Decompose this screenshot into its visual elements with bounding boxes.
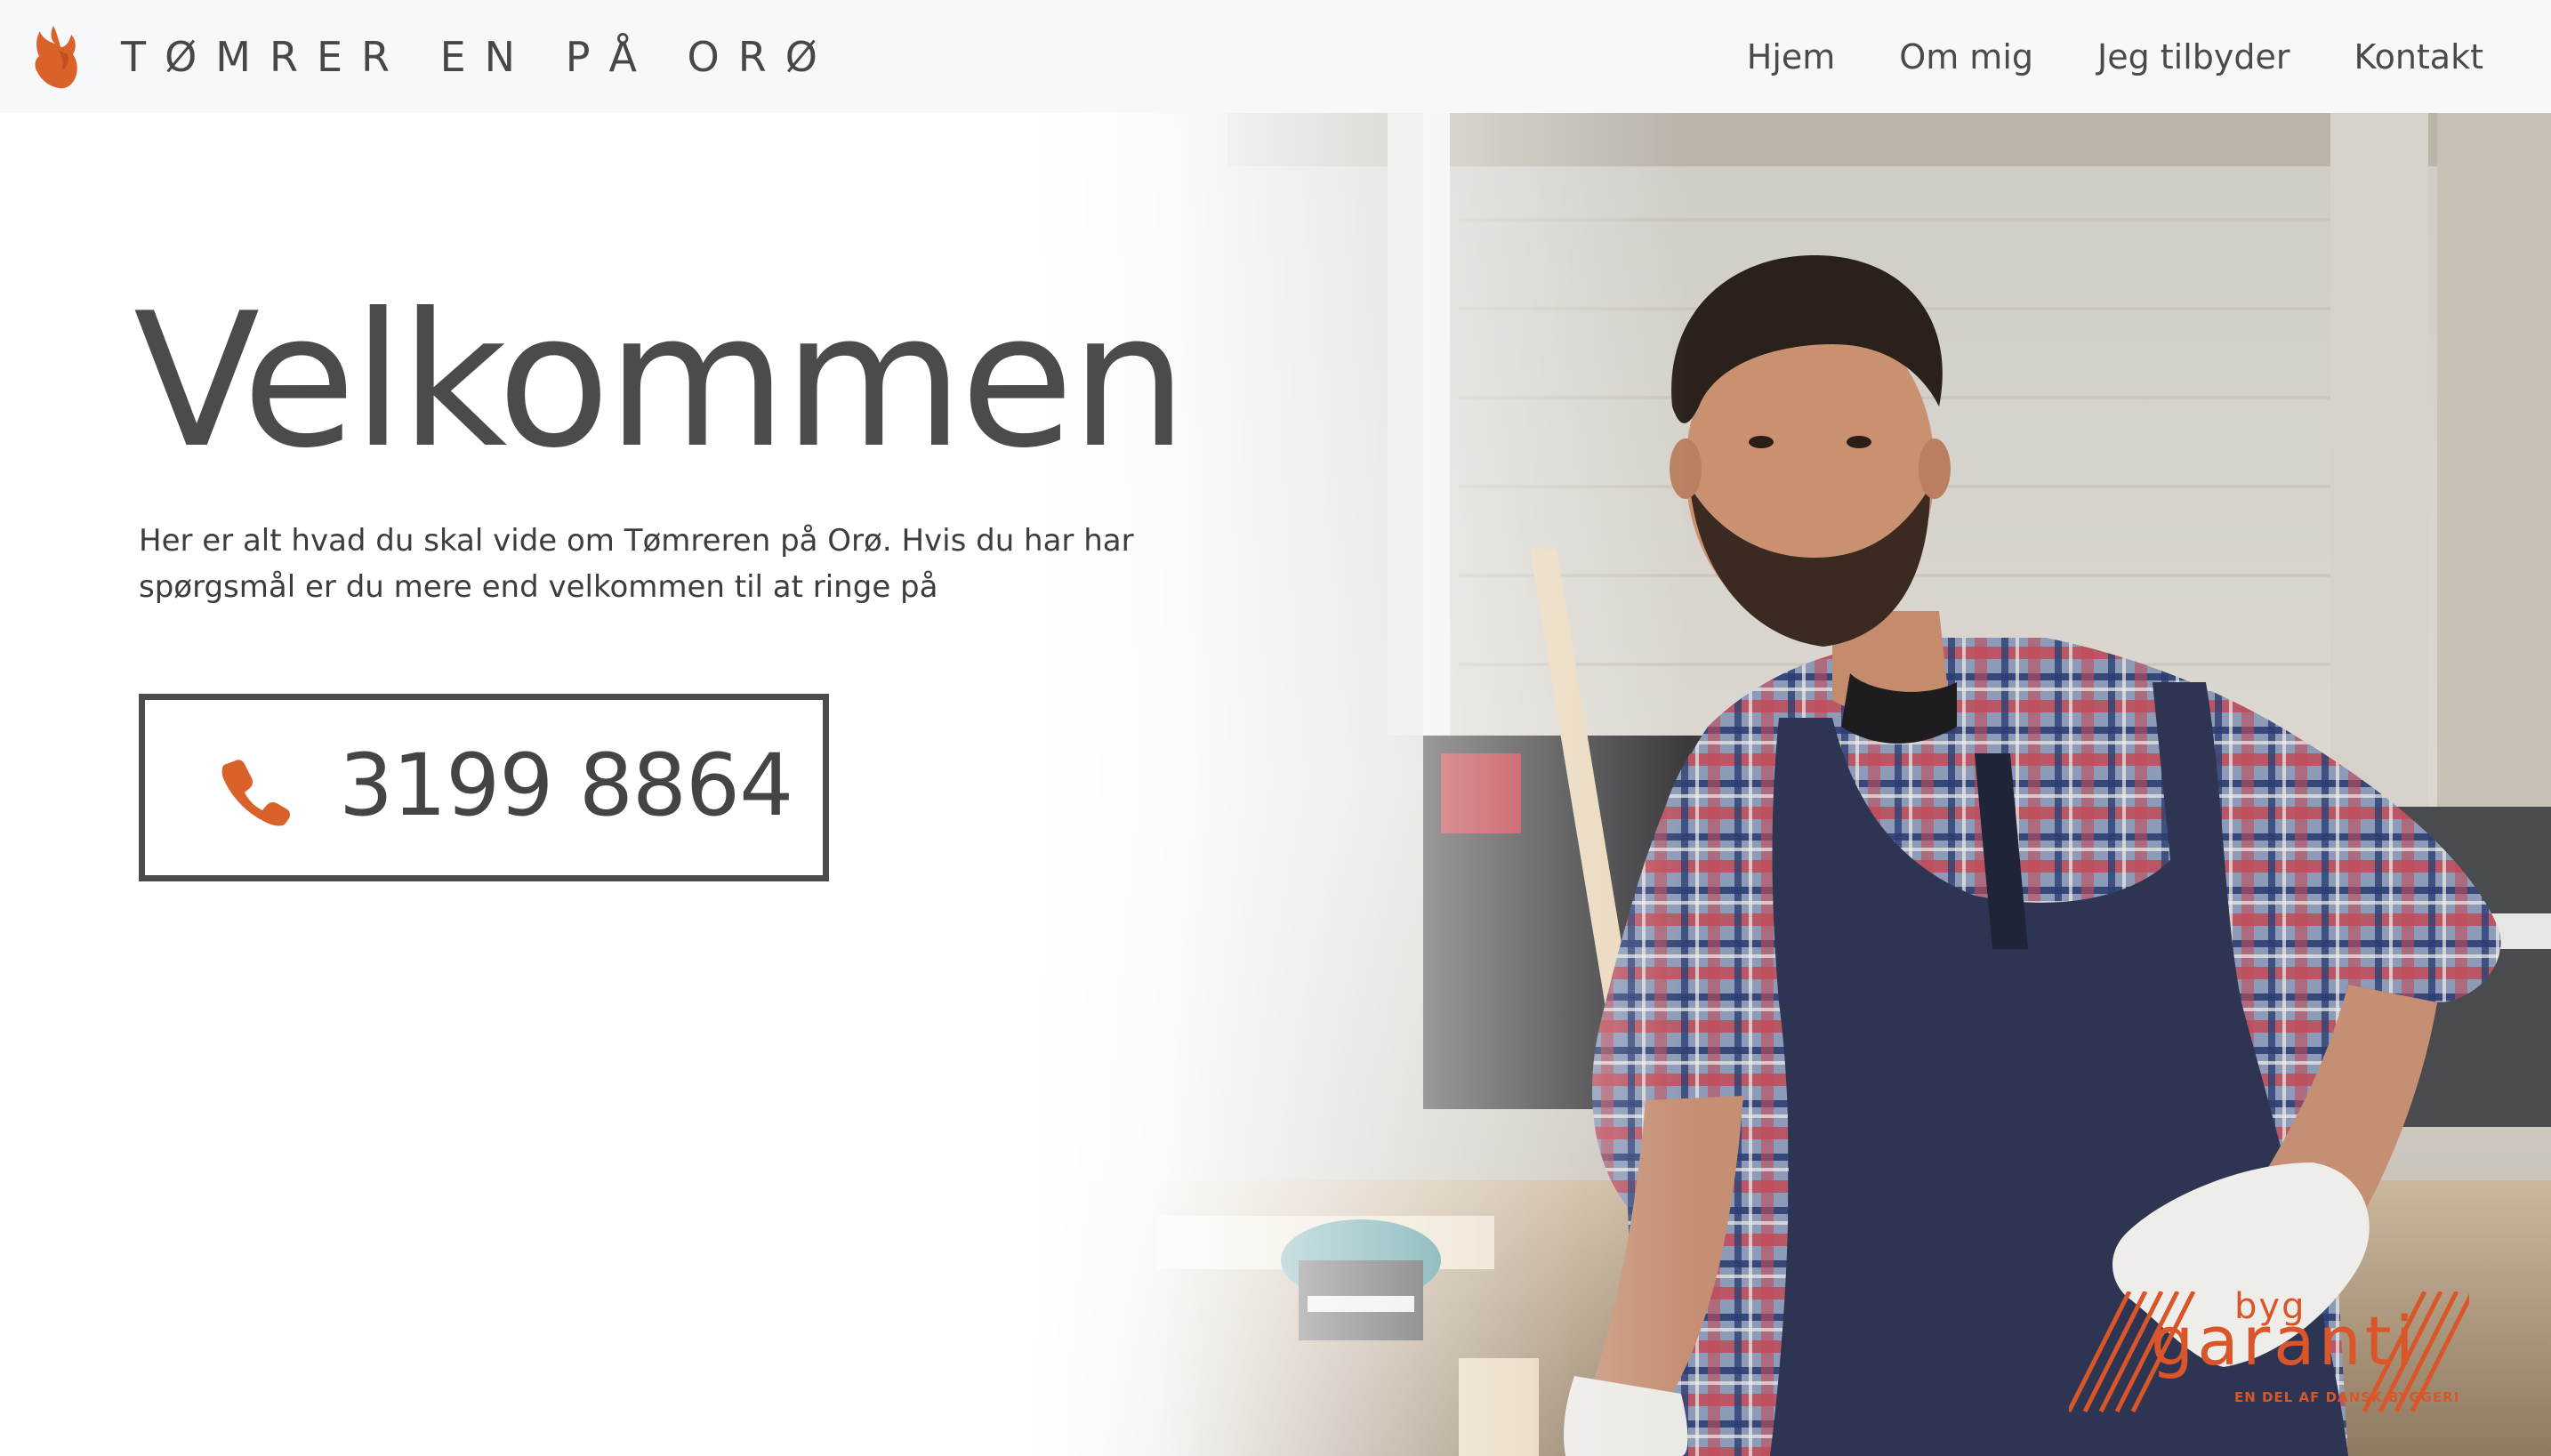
brand-name: TØMRER EN PÅ ORØ	[121, 33, 836, 81]
byg-garanti-logo[interactable]: byg garanti EN DEL AF DANSK BYGGERI	[2069, 1286, 2469, 1416]
byg-garanti-main-text: garanti	[2151, 1301, 2418, 1380]
brand-link[interactable]: TØMRER EN PÅ ORØ	[32, 14, 836, 100]
fox-logo-icon	[35, 26, 77, 89]
page: TØMRER EN PÅ ORØ Hjem Om mig Jeg tilbyde…	[0, 0, 2551, 1456]
byg-garanti-sub-text: EN DEL AF DANSK BYGGERI	[2234, 1389, 2460, 1405]
nav-link-kontakt[interactable]: Kontakt	[2354, 37, 2483, 76]
call-phone-button[interactable]: 3199 8864	[139, 694, 829, 881]
phone-icon	[221, 760, 291, 826]
nav-link-jeg-tilbyder[interactable]: Jeg tilbyder	[2097, 37, 2290, 76]
hero-headline: Velkommen	[133, 274, 1187, 489]
nav-link-om-mig[interactable]: Om mig	[1899, 37, 2033, 76]
main-nav: Hjem Om mig Jeg tilbyder Kontakt	[1747, 0, 2483, 113]
nav-link-hjem[interactable]: Hjem	[1747, 37, 1836, 76]
hero-section: Velkommen Her er alt hvad du skal vide o…	[0, 113, 2551, 1456]
phone-number: 3199 8864	[339, 736, 793, 835]
navbar: TØMRER EN PÅ ORØ Hjem Om mig Jeg tilbyde…	[0, 0, 2551, 113]
hero-lead-text: Her er alt hvad du skal vide om Tømreren…	[139, 523, 1134, 605]
